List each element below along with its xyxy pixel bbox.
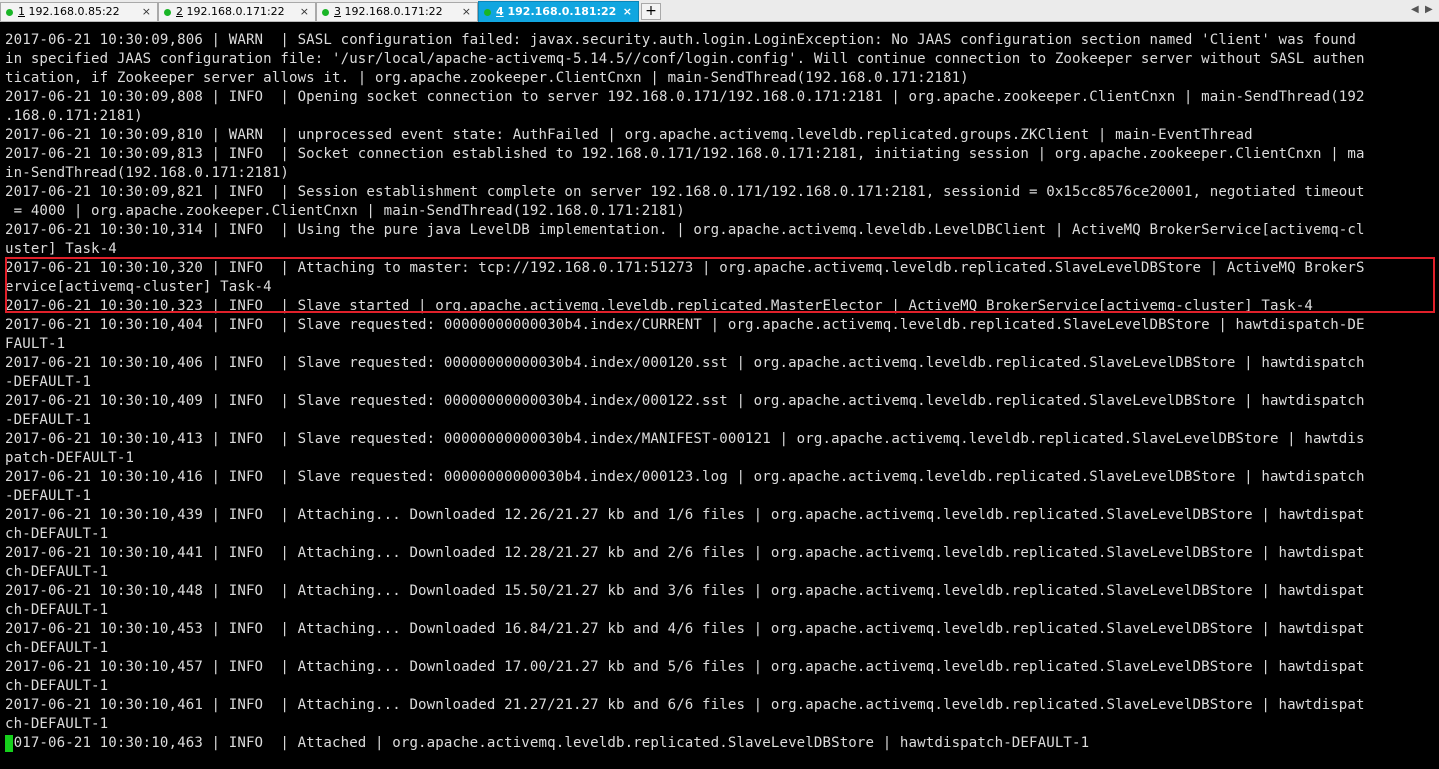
close-tab-icon[interactable]: × [300, 3, 309, 20]
terminal-line: -DEFAULT-1 [5, 412, 92, 428]
highlight-annotation-box [5, 257, 1435, 313]
terminal-line: 2017-06-21 10:30:09,813 | INFO | Socket … [5, 146, 1365, 162]
session-tab-1[interactable]: 1 192.168.0.85:22 × [0, 2, 158, 21]
terminal-line: -DEFAULT-1 [5, 374, 92, 390]
connected-status-icon [322, 9, 329, 16]
terminal-line: .168.0.171:2181) [5, 108, 143, 124]
tab-number: 4 [496, 5, 504, 18]
terminal-line: ch-DEFAULT-1 [5, 716, 109, 732]
terminal-line: 2017-06-21 10:30:10,406 | INFO | Slave r… [5, 355, 1365, 371]
terminal-line: FAULT-1 [5, 336, 66, 352]
terminal-line: in specified JAAS configuration file: '/… [5, 51, 1365, 67]
scroll-tabs-right-icon[interactable]: ▶ [1425, 4, 1433, 15]
terminal-line: tication, if Zookeeper server allows it.… [5, 70, 969, 86]
terminal-line: 2017-06-21 10:30:10,409 | INFO | Slave r… [5, 393, 1365, 409]
connected-status-icon [6, 9, 13, 16]
session-tab-2[interactable]: 2 192.168.0.171:22 × [158, 2, 316, 21]
terminal-line: patch-DEFAULT-1 [5, 450, 135, 466]
terminal-line: 2017-06-21 10:30:10,404 | INFO | Slave r… [5, 317, 1365, 333]
terminal-line: 2017-06-21 10:30:09,810 | WARN | unproce… [5, 127, 1253, 143]
close-tab-icon[interactable]: × [462, 3, 471, 20]
close-tab-icon[interactable]: × [142, 3, 151, 20]
terminal-line: 2017-06-21 10:30:09,821 | INFO | Session… [5, 184, 1365, 200]
terminal-line: ch-DEFAULT-1 [5, 640, 109, 656]
terminal-line: ch-DEFAULT-1 [5, 678, 109, 694]
session-tab-3[interactable]: 3 192.168.0.171:22 × [316, 2, 478, 21]
terminal-line: in-SendThread(192.168.0.171:2181) [5, 165, 289, 181]
terminal-line: 2017-06-21 10:30:09,808 | INFO | Opening… [5, 89, 1365, 105]
scroll-tabs-left-icon[interactable]: ◀ [1411, 4, 1419, 15]
terminal-line: 2017-06-21 10:30:10,453 | INFO | Attachi… [5, 621, 1365, 637]
terminal-line: 2017-06-21 10:30:10,413 | INFO | Slave r… [5, 431, 1365, 447]
tab-number: 1 [18, 5, 25, 18]
session-tab-4[interactable]: 4 192.168.0.181:22 × [478, 1, 639, 22]
tab-number: 3 [334, 5, 341, 18]
terminal-line: ch-DEFAULT-1 [5, 526, 109, 542]
terminal-line: 2017-06-21 10:30:09,806 | WARN | SASL co… [5, 32, 1357, 48]
connected-status-icon [484, 9, 491, 16]
terminal-line: 2017-06-21 10:30:10,441 | INFO | Attachi… [5, 545, 1365, 561]
terminal-line: 2017-06-21 10:30:10,439 | INFO | Attachi… [5, 507, 1365, 523]
terminal-line: 2017-06-21 10:30:10,416 | INFO | Slave r… [5, 469, 1365, 485]
close-tab-icon[interactable]: × [623, 2, 632, 21]
terminal-line: 2017-06-21 10:30:10,448 | INFO | Attachi… [5, 583, 1365, 599]
session-tab-bar: 1 192.168.0.85:22 × 2 192.168.0.171:22 ×… [0, 0, 1439, 22]
tab-title: 192.168.0.171:22 [344, 5, 443, 18]
terminal-line: ch-DEFAULT-1 [5, 602, 109, 618]
tab-title: 192.168.0.85:22 [28, 5, 120, 18]
terminal-line: 2017-06-21 10:30:10,463 | INFO | Attache… [5, 735, 1090, 751]
tab-title: 192.168.0.171:22 [186, 5, 285, 18]
terminal-cursor [5, 735, 13, 752]
terminal-line: ch-DEFAULT-1 [5, 564, 109, 580]
terminal-line: 2017-06-21 10:30:10,314 | INFO | Using t… [5, 222, 1365, 238]
terminal-line: 2017-06-21 10:30:10,461 | INFO | Attachi… [5, 697, 1365, 713]
terminal-line: 2017-06-21 10:30:10,457 | INFO | Attachi… [5, 659, 1365, 675]
terminal-line: = 4000 | org.apache.zookeeper.ClientCnxn… [5, 203, 685, 219]
terminal-line: -DEFAULT-1 [5, 488, 92, 504]
new-tab-button[interactable]: + [641, 3, 661, 20]
tab-title: 192.168.0.181:22 [507, 5, 617, 18]
tab-number: 2 [176, 5, 183, 18]
connected-status-icon [164, 9, 171, 16]
terminal-output[interactable]: 2017-06-21 10:30:09,806 | WARN | SASL co… [0, 22, 1439, 769]
